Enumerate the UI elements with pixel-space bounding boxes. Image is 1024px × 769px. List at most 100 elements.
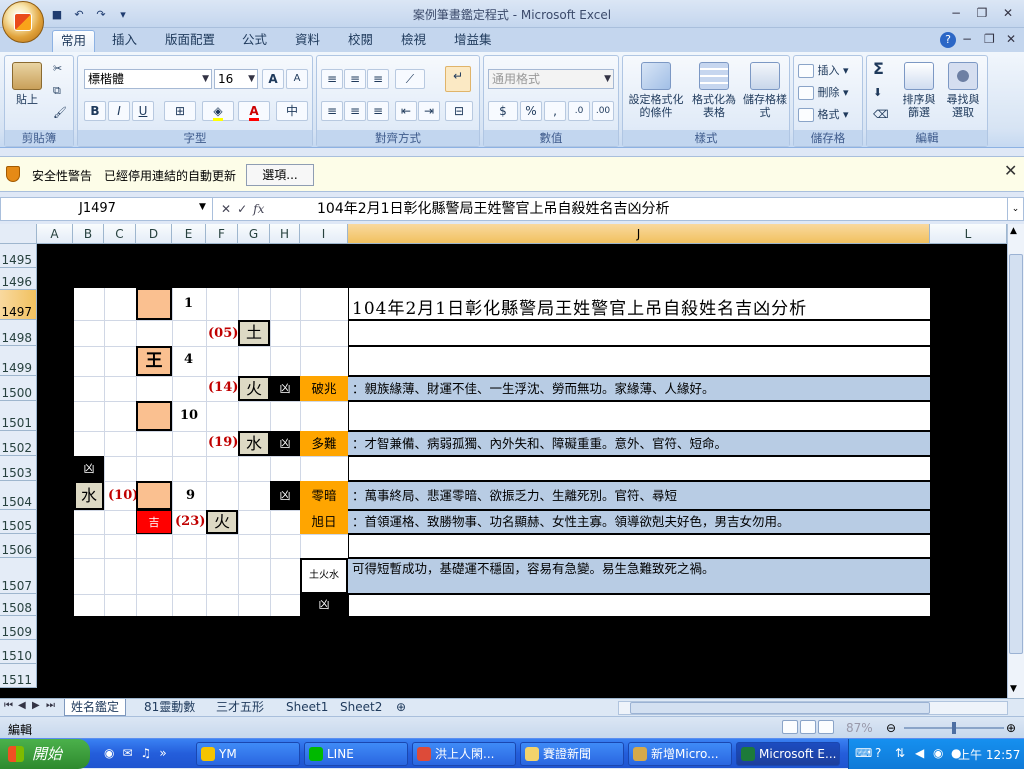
align-bottom-button[interactable]: ≡ [367,69,389,89]
sheet-tab[interactable]: Sheet2 [334,699,388,716]
enter-icon[interactable]: ✓ [237,202,247,216]
row-header[interactable]: 1504 [0,481,37,510]
restore-button[interactable]: ❐ [970,4,994,22]
tab-review[interactable]: 校閱 [340,30,381,52]
conditional-formatting-button[interactable]: 設定格式化的條件 [627,62,685,119]
column-header-d[interactable]: D [136,224,172,244]
delete-cells-button[interactable]: 刪除 ▾ [798,86,849,100]
cancel-icon[interactable]: ✕ [221,202,231,216]
sheet-tab[interactable]: 81靈動數 [138,699,201,716]
format-as-table-button[interactable]: 格式化為表格 [689,62,739,119]
cell-styles-button[interactable]: 儲存格樣式 [743,62,787,119]
row-header[interactable]: 1495 [0,244,37,268]
back-icon[interactable]: ◀ [915,746,924,760]
phonetic-button[interactable]: 中 [276,101,308,121]
zoom-level[interactable]: 87% [846,721,873,735]
column-header-f[interactable]: F [206,224,238,244]
increase-decimal-button[interactable]: .0 [568,101,590,121]
autosum-button[interactable]: Σ [873,61,884,77]
close-button[interactable]: ✕ [996,4,1020,22]
row-header[interactable]: 1510 [0,640,37,664]
align-right-button[interactable]: ≡ [367,101,389,121]
ribbon-close-icon[interactable]: ✕ [1006,32,1016,46]
tab-formulas[interactable]: 公式 [234,30,275,52]
row-header[interactable]: 1503 [0,456,37,481]
tab-page-layout[interactable]: 版面配置 [157,30,223,52]
row-header[interactable]: 1502 [0,431,37,456]
column-header-g[interactable]: G [238,224,270,244]
help-icon[interactable]: ? [940,32,956,48]
column-header-j[interactable]: J [348,224,930,244]
last-sheet-icon[interactable]: ⏭ [46,700,55,711]
row-header[interactable]: 1508 [0,594,37,616]
fill-color-button[interactable]: ◈ [202,101,234,121]
row-header[interactable]: 1506 [0,534,37,558]
copy-icon[interactable]: ⧉ [53,84,61,97]
sheet-tab[interactable]: Sheet1 [280,699,334,716]
underline-button[interactable]: U [132,101,154,121]
number-format-combo[interactable]: 通用格式 ▼ [488,69,614,89]
normal-view-icon[interactable] [782,720,798,734]
clear-icon[interactable]: ⌫ [873,108,889,121]
row-header[interactable]: 1500 [0,376,37,401]
sheet-tab[interactable]: 三才五形 [210,699,270,716]
customize-qat-icon[interactable]: ▾ [114,5,132,23]
scroll-thumb[interactable] [1009,254,1023,654]
font-size-combo[interactable]: 16 ▼ [214,69,258,89]
align-top-button[interactable]: ≡ [321,69,343,89]
select-all-corner[interactable] [0,224,37,244]
grow-font-button[interactable]: A [262,69,284,89]
font-name-combo[interactable]: 標楷體 ▼ [84,69,212,89]
tab-view[interactable]: 檢視 [393,30,434,52]
media-icon[interactable]: ♫ [141,746,152,760]
decrease-decimal-button[interactable]: .00 [592,101,614,121]
decrease-indent-button[interactable]: ⇤ [395,101,417,121]
outlook-icon[interactable]: ✉ [122,746,132,760]
name-box[interactable]: J1497 [1,198,213,220]
row-header[interactable]: 1505 [0,510,37,534]
prev-sheet-icon[interactable]: ◀ [18,700,26,711]
taskbar-item[interactable]: 洪上人閑... [412,742,516,766]
undo-icon[interactable]: ↶ [70,5,88,23]
percent-button[interactable]: % [520,101,542,121]
comma-button[interactable]: , [544,101,566,121]
chat-icon[interactable]: ◉ [933,746,943,760]
zoom-out-icon[interactable]: ⊖ [886,721,896,735]
find-select-button[interactable]: 尋找與選取 [943,62,983,119]
currency-button[interactable]: $ [488,101,518,121]
new-sheet-icon[interactable]: ⊕ [390,699,412,716]
vertical-scrollbar[interactable]: ▲ ▼ [1007,224,1024,698]
scroll-down-icon[interactable]: ▼ [1010,684,1017,694]
row-header[interactable]: 1501 [0,401,37,431]
column-header-e[interactable]: E [172,224,206,244]
insert-cells-button[interactable]: 插入 ▾ [798,64,849,78]
page-layout-view-icon[interactable] [800,720,816,734]
row-header[interactable]: 1499 [0,346,37,376]
format-painter-icon[interactable]: 🖌 [53,106,67,119]
tab-data[interactable]: 資料 [287,30,328,52]
row-header[interactable]: 1496 [0,268,37,290]
ribbon-minimize-icon[interactable]: − [962,32,972,46]
taskbar-item[interactable]: 新增Micro... [628,742,732,766]
increase-indent-button[interactable]: ⇥ [418,101,440,121]
formula-input[interactable]: 104年2月1日彰化縣警局王姓警官上吊自殺姓名吉凶分析 [317,200,670,218]
next-sheet-icon[interactable]: ▶ [32,700,40,711]
row-header[interactable]: 1497 [0,290,37,320]
more-icon[interactable]: » [159,746,166,760]
options-button[interactable]: 選項... [246,164,314,186]
network-icon[interactable]: ⇅ [895,746,905,760]
bold-button[interactable]: B [84,101,106,121]
first-sheet-icon[interactable]: ⏮ [4,700,13,711]
insert-function-button[interactable]: fx [253,202,264,216]
tab-home[interactable]: 常用 [52,30,96,52]
zoom-in-icon[interactable]: ⊕ [1006,721,1016,735]
column-header-a[interactable]: A [37,224,73,244]
orientation-button[interactable]: ⟋ [395,69,425,89]
minimize-button[interactable]: − [944,4,968,22]
help-tray-icon[interactable]: ? [875,746,881,760]
keyboard-icon[interactable]: ⌨ [855,746,872,760]
ribbon-restore-icon[interactable]: ❐ [984,32,995,46]
taskbar-item[interactable]: YM [196,742,300,766]
column-header-h[interactable]: H [270,224,300,244]
column-header-c[interactable]: C [104,224,136,244]
